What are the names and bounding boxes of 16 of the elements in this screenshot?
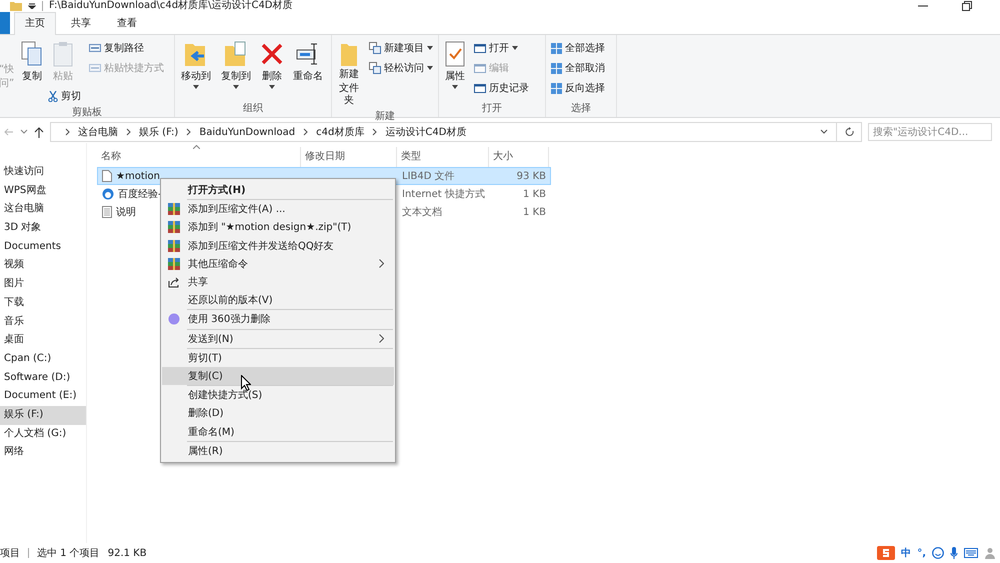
status-text: 92.1 KB [108, 548, 147, 558]
file-type: LIB4D 文件 [401, 170, 456, 183]
file-size: 1 KB [522, 188, 547, 200]
file-type: 文本文档 [401, 206, 443, 219]
file-type: Internet 快捷方式 [401, 188, 486, 201]
file-size: 1 KB [522, 206, 547, 218]
file-size: 93 KB [516, 170, 547, 182]
status-text: 项目 [0, 547, 20, 560]
group-label: 剪贴板 [71, 106, 103, 120]
group-label: 选择 [570, 102, 592, 116]
group-label: 打开 [481, 102, 503, 116]
status-text: 选中 1 个项目 [37, 546, 100, 560]
group-label: 组织 [242, 102, 264, 116]
group-label: 新建 [374, 110, 396, 124]
file-name: ★motion [116, 170, 160, 182]
file-name: 说明 [116, 206, 136, 219]
